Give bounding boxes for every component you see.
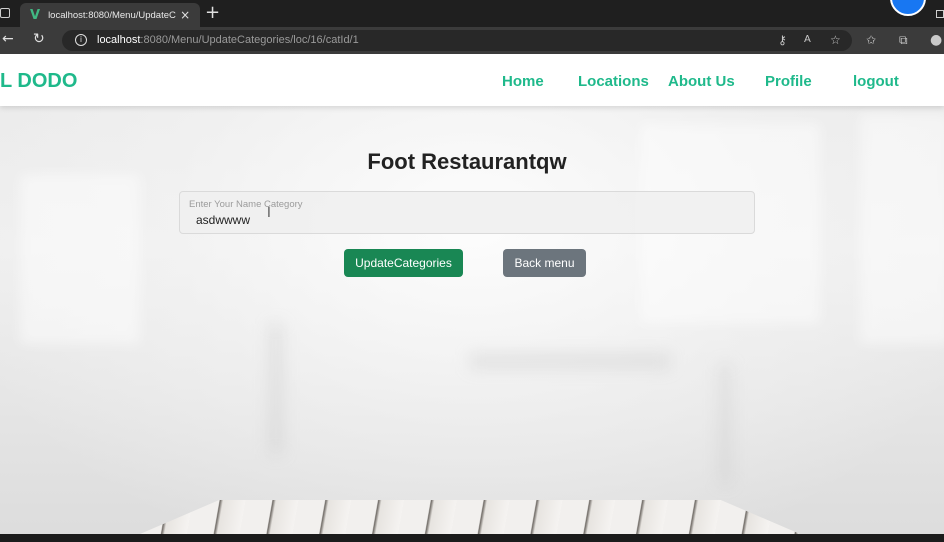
arrow-left-icon[interactable]: ← <box>2 31 14 47</box>
url-path: :8080/Menu/UpdateCategories/loc/16/catId… <box>140 34 359 46</box>
facebook-bubble-icon[interactable] <box>890 0 926 16</box>
background-table <box>470 354 670 368</box>
url-text: localhost:8080/Menu/UpdateCategories/loc… <box>97 34 359 46</box>
nav-link-logout[interactable]: logout <box>853 73 899 90</box>
category-name-input[interactable] <box>196 212 736 228</box>
nav-link-profile[interactable]: Profile <box>765 73 812 90</box>
browser-address-bar: ← ↻ i localhost:8080/Menu/UpdateCategori… <box>0 27 944 54</box>
url-field[interactable]: i localhost:8080/Menu/UpdateCategories/l… <box>62 30 852 51</box>
window-menu-icon[interactable] <box>0 8 10 18</box>
wooden-tabletop <box>140 500 800 534</box>
url-host: localhost <box>97 34 141 46</box>
brand-logo[interactable]: L DODO <box>0 70 77 93</box>
vue-favicon-icon: V <box>30 7 41 23</box>
background-window <box>20 174 140 344</box>
update-categories-button[interactable]: UpdateCategories <box>344 249 463 277</box>
profile-avatar-icon[interactable]: ● <box>930 32 942 48</box>
page-title: Foot Restaurantqw <box>367 149 567 174</box>
close-tab-icon[interactable]: × <box>180 8 190 22</box>
nav-link-about-us[interactable]: About Us <box>668 73 735 90</box>
category-name-label: Enter Your Name Category <box>189 199 303 210</box>
page-viewport: L DODO Home Locations About Us Profile l… <box>0 54 944 542</box>
back-menu-button[interactable]: Back menu <box>503 249 586 277</box>
background-table-leg <box>720 364 730 484</box>
key-icon[interactable]: ⚷ <box>778 33 787 47</box>
text-cursor-icon: I <box>267 206 271 221</box>
reload-icon[interactable]: ↻ <box>33 31 45 47</box>
favorite-star-icon[interactable]: ☆ <box>830 33 841 47</box>
info-icon[interactable]: i <box>75 34 87 46</box>
tab-title: localhost:8080/Menu/UpdateCat <box>48 9 177 21</box>
restore-window-icon[interactable] <box>936 10 944 18</box>
new-tab-icon[interactable]: + <box>205 2 220 23</box>
background-chair <box>270 324 282 454</box>
favorites-icon[interactable]: ✩ <box>866 33 876 47</box>
navbar: L DODO Home Locations About Us Profile l… <box>0 54 944 106</box>
nav-link-locations[interactable]: Locations <box>578 73 649 90</box>
browser-tab-strip: V localhost:8080/Menu/UpdateCat × + <box>0 0 944 27</box>
browser-tab[interactable]: V localhost:8080/Menu/UpdateCat × <box>20 3 200 27</box>
read-aloud-icon[interactable]: A <box>804 34 811 45</box>
collections-icon[interactable]: ⧉ <box>899 33 908 48</box>
taskbar <box>0 534 944 542</box>
category-name-field[interactable]: Enter Your Name Category I <box>179 191 755 234</box>
nav-link-home[interactable]: Home <box>502 73 544 90</box>
